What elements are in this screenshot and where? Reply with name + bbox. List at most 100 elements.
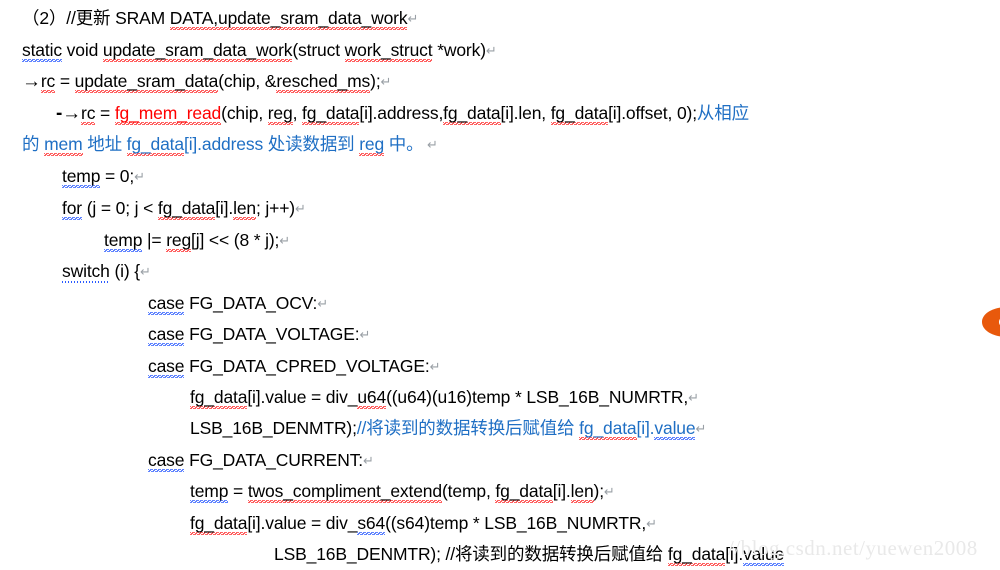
paragraph-mark: ↵ xyxy=(317,296,329,311)
paragraph-mark: ↵ xyxy=(646,516,657,531)
code-line: case FG_DATA_CPRED_VOLTAGE:↵ xyxy=(148,356,440,378)
code-text-run: (chip, & xyxy=(218,71,277,91)
code-text-run: [i].value = div_ xyxy=(247,513,358,533)
code-line: fg_data[i].value = div_s64((s64)temp * L… xyxy=(190,513,657,535)
spell-flagged-text: temp xyxy=(62,166,101,188)
code-text-run: |= xyxy=(142,230,167,250)
code-line: fg_data[i].value = div_u64((u64)(u16)tem… xyxy=(190,387,699,409)
code-text-run: 从相应 xyxy=(696,103,749,123)
spell-flagged-text: DATA,update_sram_data_work xyxy=(169,8,408,30)
code-line: for (j = 0; j < fg_data[i].len; j++)↵ xyxy=(62,198,306,220)
spell-flagged-text: fg_data xyxy=(302,103,360,125)
paragraph-mark: ↵ xyxy=(139,264,151,279)
code-text-run: ; j++) xyxy=(255,198,295,218)
spell-flagged-text: reg xyxy=(267,103,293,125)
code-text-run: = xyxy=(55,71,75,91)
spell-flagged-text: fg_data xyxy=(579,418,637,440)
code-text-run: [i].value = div_ xyxy=(247,387,358,407)
code-text-run: FG_DATA_VOLTAGE: xyxy=(184,324,360,344)
code-text-run: ); xyxy=(370,71,381,91)
code-text-run: (i) { xyxy=(109,261,140,281)
code-text-run: FG_DATA_CURRENT: xyxy=(184,450,364,470)
spell-flagged-text: u64 xyxy=(357,387,387,409)
code-text-run: 的 xyxy=(22,134,45,154)
csdn-logo-icon xyxy=(978,303,1000,341)
code-text-run: LSB_16B_DENMTR); xyxy=(190,418,357,438)
spell-flagged-text: case xyxy=(148,293,185,315)
paragraph-mark: ↵ xyxy=(485,43,497,58)
code-line: 的 mem 地址 fg_data[i].address 处读数据到 reg 中。… xyxy=(22,134,438,156)
spell-flagged-text: temp xyxy=(190,481,229,503)
spell-flagged-text: for xyxy=(62,198,82,220)
document-canvas: （2）//更新 SRAM DATA,update_sram_data_work↵… xyxy=(0,0,1000,570)
spell-flagged-text: rc xyxy=(81,103,96,125)
code-text-run: ((u64)(u16)temp * LSB_16B_NUMRTR, xyxy=(386,387,689,407)
code-line: case FG_DATA_OCV:↵ xyxy=(148,293,329,315)
code-text-run: [i]. xyxy=(215,198,234,218)
spell-flagged-text: s64 xyxy=(357,513,386,535)
spell-flagged-text: work_struct xyxy=(344,40,433,62)
spell-flagged-text: switch xyxy=(62,261,110,283)
code-line: case FG_DATA_CURRENT:↵ xyxy=(148,450,374,472)
spell-flagged-text: static xyxy=(22,40,62,62)
spell-flagged-text: len xyxy=(570,481,594,503)
paragraph-mark: ↵ xyxy=(279,233,290,248)
code-text-run: → xyxy=(22,71,41,92)
paragraph-mark: ↵ xyxy=(688,390,699,405)
spell-flagged-text: case xyxy=(148,356,185,378)
paragraph-mark: ↵ xyxy=(603,484,615,499)
spell-flagged-text: fg_data xyxy=(190,387,248,409)
code-text-run: LSB_16B_DENMTR); //将读到的数据转换后赋值给 xyxy=(274,544,668,564)
code-text-run: 地址 xyxy=(82,134,127,154)
code-text-run: = xyxy=(228,481,248,501)
paragraph-mark: ↵ xyxy=(423,137,438,152)
spell-flagged-text: fg_data xyxy=(443,103,501,125)
code-text-run: [j] << (8 * j); xyxy=(191,230,280,250)
code-line: temp = 0;↵ xyxy=(62,166,145,188)
code-text-run: [i].address, xyxy=(359,103,444,123)
code-text-run: void xyxy=(61,40,103,60)
spell-flagged-text: case xyxy=(148,450,185,472)
code-line: temp = twos_compliment_extend(temp, fg_d… xyxy=(190,481,615,503)
spell-flagged-text: fg_data xyxy=(190,513,248,535)
code-text-run: [i].offset, 0); xyxy=(608,103,697,123)
code-line: switch (i) {↵ xyxy=(62,261,151,283)
spell-flagged-text: len xyxy=(233,198,256,220)
paragraph-mark: ↵ xyxy=(359,327,371,342)
code-line: static void update_sram_data_work(struct… xyxy=(22,40,497,62)
spell-flagged-text: mem xyxy=(44,134,83,156)
paragraph-mark: ↵ xyxy=(294,201,306,216)
spell-flagged-text: value xyxy=(654,418,696,440)
code-text-run: [i].address 处读数据到 xyxy=(183,134,360,154)
spell-flagged-text: case xyxy=(148,324,185,346)
spell-flagged-text: update_sram_data_work xyxy=(102,40,293,62)
spell-flagged-text: resched_ms xyxy=(276,71,371,93)
spell-flagged-text: fg_data xyxy=(550,103,609,125)
code-text-run: ); xyxy=(593,481,605,501)
code-text-run: , xyxy=(292,103,303,123)
code-text-run: [i]. xyxy=(552,481,571,501)
code-line: case FG_DATA_VOLTAGE:↵ xyxy=(148,324,371,346)
code-text-run: [i].len, xyxy=(500,103,551,123)
code-text-run: [i]. xyxy=(636,418,655,438)
paragraph-mark: ↵ xyxy=(363,453,374,468)
spell-flagged-text: update_sram_data xyxy=(74,71,219,93)
code-line: -→rc = fg_mem_read(chip, reg, fg_data[i]… xyxy=(56,103,749,125)
code-text-run: = 0; xyxy=(100,166,135,186)
code-text-run: FG_DATA_OCV: xyxy=(184,293,318,313)
code-text-run: (chip, xyxy=(221,103,268,123)
code-line: temp |= reg[j] << (8 * j);↵ xyxy=(104,230,290,252)
code-text-run: ((s64)temp * LSB_16B_NUMRTR, xyxy=(385,513,647,533)
paragraph-mark: ↵ xyxy=(407,11,419,26)
spell-flagged-text: temp xyxy=(104,230,143,252)
code-line: →rc = update_sram_data(chip, &resched_ms… xyxy=(22,71,391,93)
code-text-run: (struct xyxy=(292,40,345,60)
spell-flagged-text: rc xyxy=(40,71,56,93)
code-text-run: *work) xyxy=(432,40,486,60)
code-text-run: = xyxy=(95,103,115,123)
spell-flagged-text: fg_data xyxy=(157,198,216,220)
code-line: LSB_16B_DENMTR); //将读到的数据转换后赋值给 fg_data[… xyxy=(274,544,784,566)
watermark-text: //blog.csdn.net/yuewen2008 xyxy=(728,536,978,560)
spell-flagged-text: reg xyxy=(166,230,192,252)
spell-flagged-text: reg xyxy=(359,134,385,156)
